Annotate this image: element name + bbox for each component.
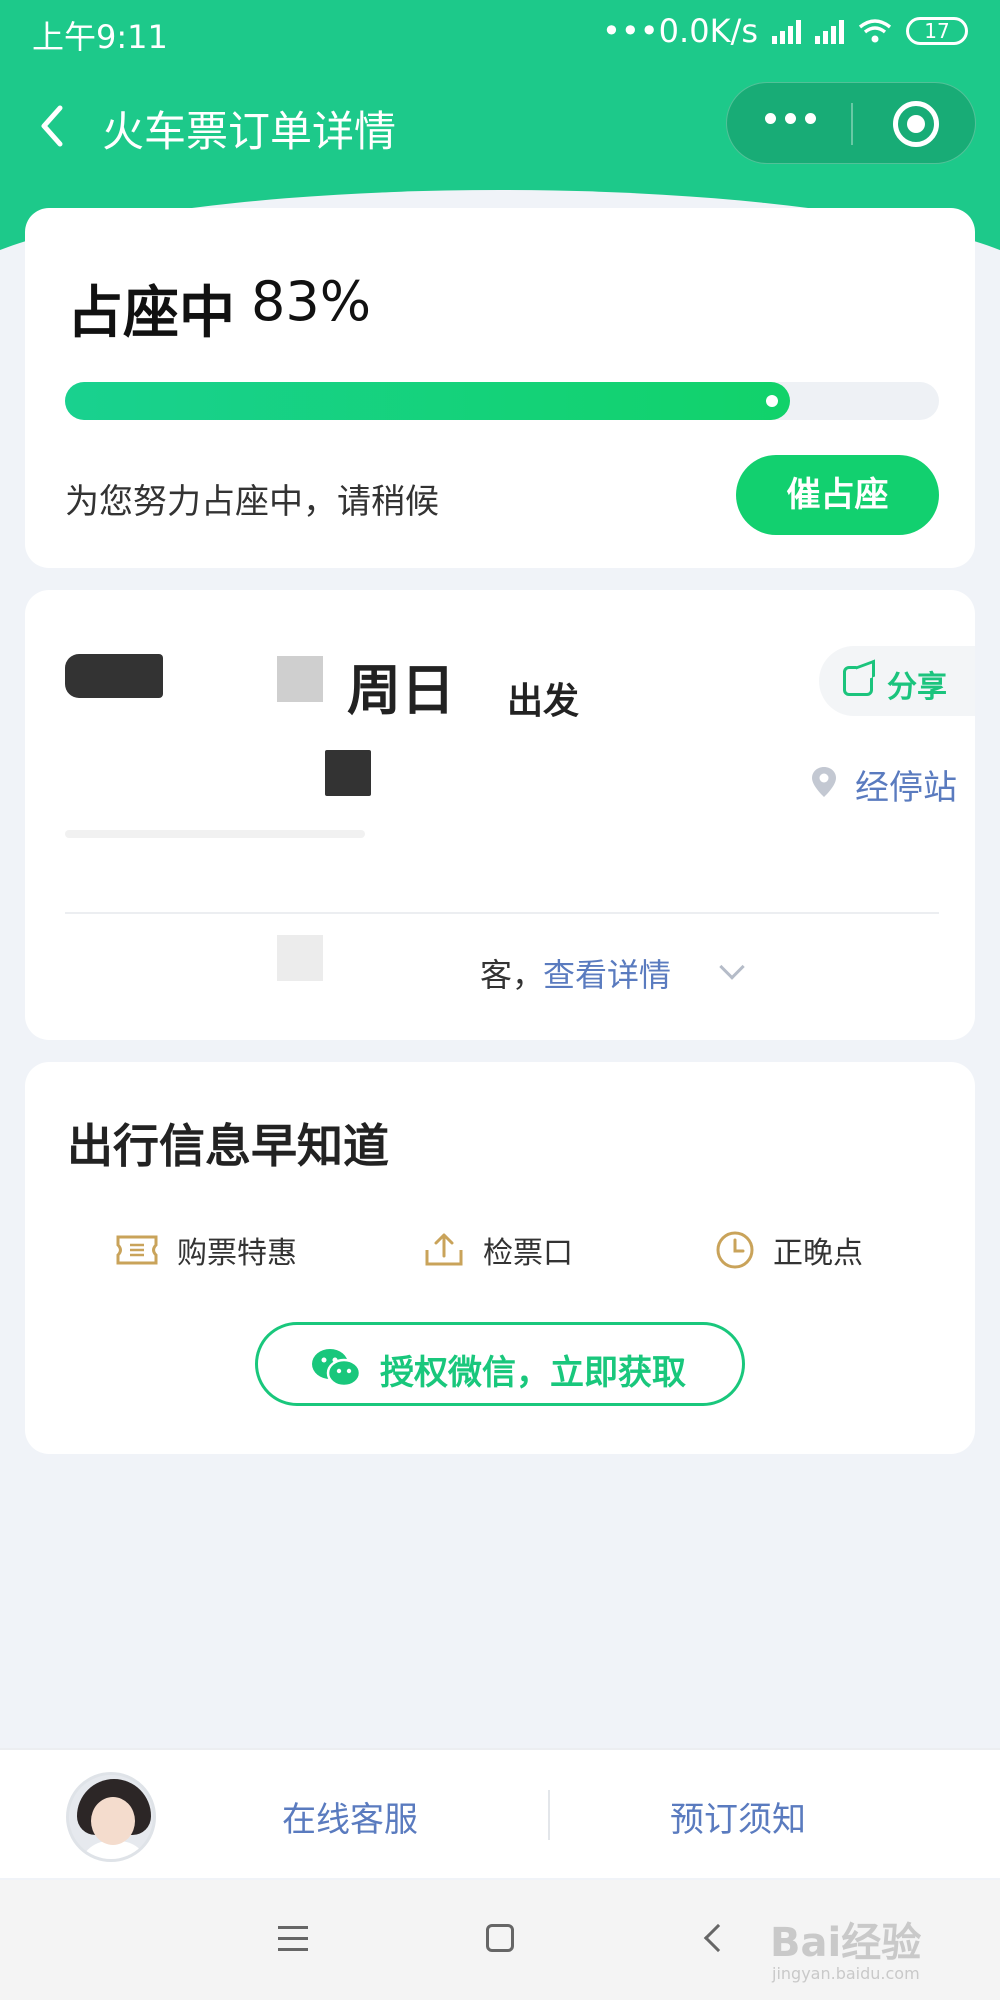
booking-notice-button[interactable]: 预订须知 <box>670 1792 806 1841</box>
clock-icon <box>716 1231 754 1269</box>
bottom-action-bar: 在线客服 预订须知 <box>0 1748 1000 1878</box>
customer-service-avatar[interactable] <box>66 1772 156 1862</box>
feature-label: 正晚点 <box>773 1236 863 1271</box>
feature-ticket-discount[interactable]: 购票特惠 <box>115 1228 297 1272</box>
redacted-train-info <box>325 750 371 796</box>
view-detail-link[interactable]: 查看详情 <box>543 950 671 996</box>
progress-bar <box>65 382 939 420</box>
share-icon <box>843 666 873 696</box>
home-icon[interactable] <box>486 1924 514 1952</box>
progress-message: 为您努力占座中，请稍候 <box>65 482 439 522</box>
ticket-icon <box>116 1235 158 1265</box>
redacted-passenger <box>277 935 323 981</box>
upload-icon <box>425 1233 463 1266</box>
status-indicators: •••0.0K/s 17 <box>602 12 968 50</box>
wechat-icon <box>312 1349 362 1388</box>
close-target-icon[interactable] <box>893 101 939 147</box>
urge-seat-button[interactable]: 催占座 <box>736 455 939 535</box>
feature-check-gate[interactable]: 检票口 <box>423 1228 573 1272</box>
watermark-brand: Bai经验 <box>770 1920 922 1966</box>
card-divider <box>65 912 939 914</box>
capsule-divider <box>851 103 853 145</box>
redacted-block <box>277 656 323 702</box>
progress-fill <box>65 382 791 420</box>
trip-depart-label: 出发 <box>507 681 580 722</box>
wifi-icon <box>858 19 892 43</box>
trip-weekday: 周日 <box>347 659 455 722</box>
location-pin-icon <box>812 767 836 797</box>
redacted-date <box>65 654 163 698</box>
system-back-icon[interactable] <box>703 1923 733 1953</box>
menu-icon[interactable] <box>278 1926 308 1959</box>
back-arrow-icon[interactable] <box>30 96 80 156</box>
travel-info-card: 出行信息早知道 购票特惠 检票口 正晚点 授权微信，立即获取 <box>25 1062 975 1454</box>
authorize-wechat-button[interactable]: 授权微信，立即获取 <box>255 1322 745 1406</box>
status-time: 上午9:11 <box>32 18 168 56</box>
progress-percent: 83% <box>251 270 372 333</box>
network-speed: •••0.0K/s <box>602 12 758 50</box>
battery-indicator: 17 <box>906 17 968 45</box>
seat-progress-card: 占座中 83% 为您努力占座中，请稍候 催占座 <box>25 208 975 568</box>
progress-status: 占座中 <box>67 281 235 346</box>
chevron-down-icon[interactable] <box>719 954 745 980</box>
progress-dot <box>766 395 779 407</box>
status-bar: 上午9:11 •••0.0K/s 17 <box>0 0 1000 64</box>
stops-label[interactable]: 经停站 <box>855 760 957 809</box>
redacted-station-line <box>65 830 365 838</box>
watermark-url: jingyan.baidu.com <box>772 1964 920 1983</box>
travel-info-title: 出行信息早知道 <box>67 1119 389 1173</box>
passenger-summary: 客， <box>480 956 545 994</box>
share-label: 分享 <box>887 670 947 705</box>
mini-program-capsule <box>726 82 976 164</box>
trip-details-card: 周日 出发 分享 经停站 客， 查看详情 <box>25 590 975 1040</box>
share-button[interactable]: 分享 <box>819 646 975 716</box>
more-menu-icon[interactable] <box>765 113 816 124</box>
system-navigation-bar: Bai经验 jingyan.baidu.com <box>0 1880 1000 2000</box>
wechat-button-label: 授权微信，立即获取 <box>380 1353 686 1393</box>
feature-label: 检票口 <box>483 1236 573 1271</box>
signal-icon <box>772 18 801 44</box>
feature-label: 购票特惠 <box>177 1236 297 1271</box>
navigation-bar: 火车票订单详情 <box>0 64 1000 184</box>
signal-icon-2 <box>815 18 844 44</box>
feature-delay-status[interactable]: 正晚点 <box>715 1228 863 1272</box>
online-service-button[interactable]: 在线客服 <box>282 1792 418 1841</box>
bar-divider <box>548 1790 550 1840</box>
page-title: 火车票订单详情 <box>102 107 397 156</box>
